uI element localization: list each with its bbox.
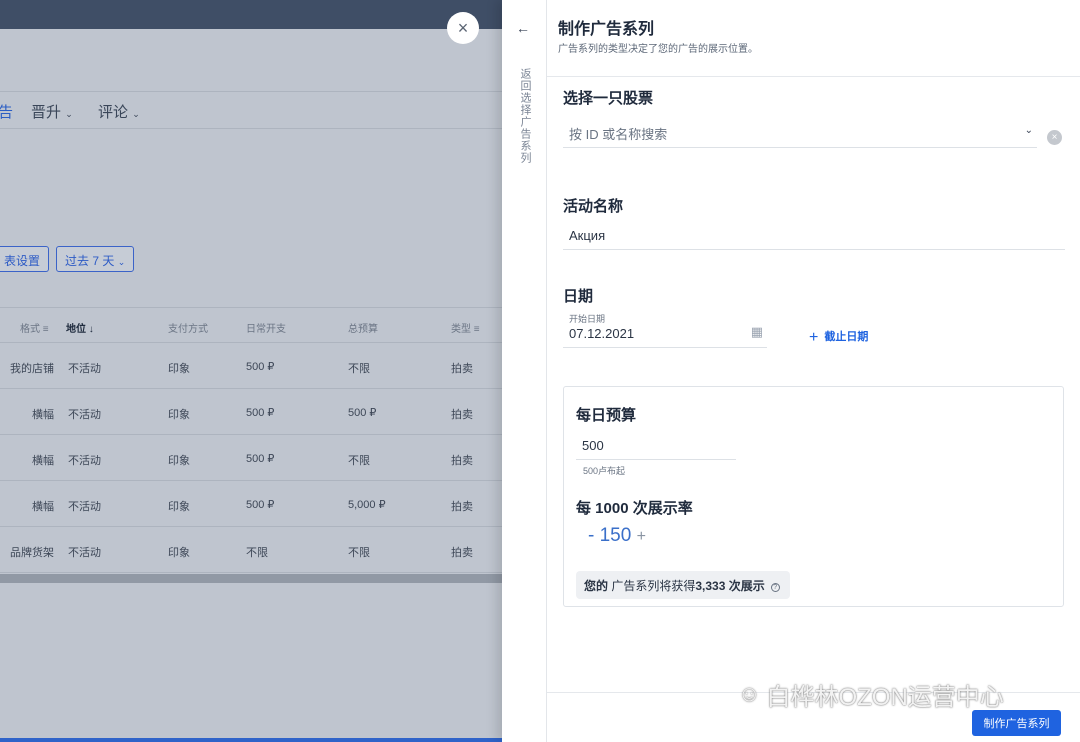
column-payment: 支付方式 (168, 324, 208, 335)
close-icon: × (457, 17, 469, 38)
column-type: 类型 ≡ (451, 324, 480, 335)
close-button[interactable]: × (447, 12, 479, 44)
cpm-heading: 每 1000 次展示率 (576, 500, 693, 517)
wechat-icon: ☺ (738, 681, 761, 706)
nav-item-ads: 告 (0, 104, 14, 121)
stock-search-select[interactable]: 按 ID 或名称搜索 ⌄ (563, 118, 1037, 148)
panel-subtitle: 广告系列的类型决定了您的广告的展示位置。 (558, 44, 758, 55)
table-row: 横幅 不活动 印象 500 ₽ 不限 拍卖 (0, 435, 502, 481)
daily-budget-heading: 每日预算 (576, 407, 637, 424)
column-total: 总预算 (348, 324, 378, 335)
calendar-icon[interactable]: ▦ (751, 324, 763, 340)
start-date-label: 开始日期 (569, 314, 606, 324)
back-to-campaign-type-label[interactable]: 返回选择广告系列 (517, 68, 533, 164)
chevron-down-icon: ⌄ (1024, 125, 1033, 136)
column-status: 地位 ↓ (66, 324, 94, 335)
chevron-down-icon: ⌄ (65, 109, 73, 119)
table-row: 横幅 不活动 印象 500 ₽ 500 ₽ 拍卖 (0, 389, 502, 435)
start-date-value: 07.12.2021 (569, 326, 635, 341)
panel-title: 制作广告系列 (558, 21, 655, 38)
background-nav: 告 晋升 ⌄ 评论 ⌄ (0, 91, 502, 129)
daily-budget-hint: 500卢布起 (583, 466, 626, 476)
daily-budget-input[interactable]: 500 (576, 433, 736, 460)
plus-icon: + (809, 329, 819, 346)
watermark: ☺ 白桦林OZON运营中心 (738, 681, 1004, 711)
stock-search-placeholder: 按 ID 或名称搜索 (569, 127, 668, 142)
stock-heading: 选择一只股票 (563, 90, 654, 107)
table-settings-button: 表设置 (0, 246, 50, 272)
daily-budget-value: 500 (582, 438, 604, 453)
column-daily: 日常开支 (246, 324, 286, 335)
start-date-input[interactable]: 开始日期 07.12.2021 ▦ (563, 309, 767, 348)
back-strip[interactable]: ← 返回选择广告系列 (502, 0, 547, 742)
activity-name-heading: 活动名称 (563, 198, 624, 215)
budget-card: 每日预算 500 500卢布起 每 1000 次展示率 - 150 + 您的 广… (563, 386, 1064, 607)
cpm-value: 150 (599, 525, 632, 546)
horizontal-scrollbar (0, 574, 502, 583)
background-topbar (0, 0, 502, 29)
decrement-button[interactable]: - (588, 525, 594, 546)
table-row: 品牌货架 不活动 印象 不限 不限 拍卖 (0, 527, 502, 573)
clear-icon[interactable]: × (1047, 130, 1062, 145)
impressions-notice: 您的 广告系列将获得3,333 次展示? (576, 571, 790, 599)
background-page: 告 晋升 ⌄ 评论 ⌄ 表设置 过去 7 天 ⌄ 格式 ≡ 地位 ↓ 支付方式 … (0, 0, 502, 742)
background-bottom-bar (0, 738, 502, 742)
increment-button[interactable]: + (637, 528, 646, 545)
add-end-date-link[interactable]: + 截止日期 (809, 328, 868, 347)
table-row: 横幅 不活动 印象 500 ₽ 5,000 ₽ 拍卖 (0, 481, 502, 527)
date-heading: 日期 (563, 288, 594, 305)
nav-item-promotion: 晋升 ⌄ (31, 104, 73, 121)
activity-name-input[interactable]: Акция (563, 223, 1065, 250)
cpm-stepper[interactable]: - 150 + (588, 525, 646, 547)
help-icon[interactable]: ? (770, 583, 780, 592)
activity-name-value: Акция (569, 228, 606, 243)
create-campaign-button[interactable]: 制作广告系列 (972, 710, 1061, 736)
nav-item-reviews: 评论 ⌄ (98, 104, 140, 121)
create-campaign-panel: 制作广告系列 广告系列的类型决定了您的广告的展示位置。 选择一只股票 按 ID … (547, 0, 1080, 742)
table-row: 我的店铺 不活动 印象 500 ₽ 不限 拍卖 (0, 343, 502, 389)
period-select-button: 过去 7 天 ⌄ (56, 246, 135, 272)
chevron-down-icon: ⌄ (132, 109, 140, 119)
chevron-down-icon: ⌄ (117, 257, 126, 267)
table-header: 格式 ≡ 地位 ↓ 支付方式 日常开支 总预算 类型 ≡ (0, 307, 502, 343)
column-format: 格式 ≡ (20, 324, 49, 335)
arrow-left-icon[interactable]: ← (516, 20, 530, 36)
divider (547, 76, 1080, 77)
